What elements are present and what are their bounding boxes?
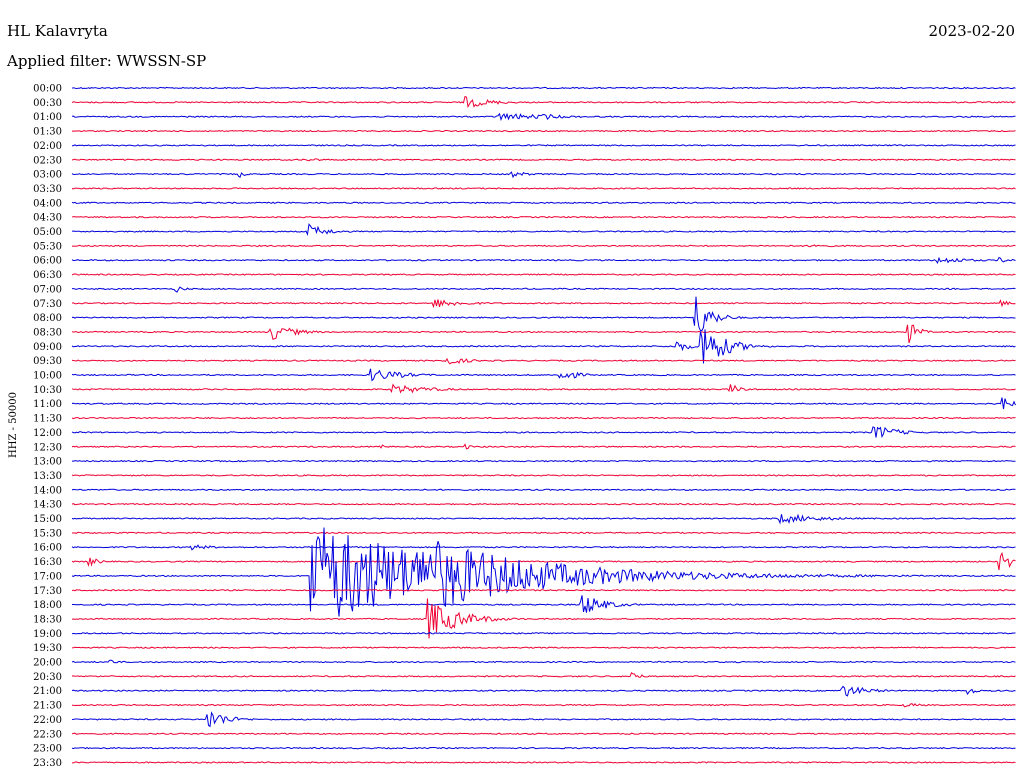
row-label-1900: 19:00 [33, 629, 62, 640]
row-label-1830: 18:30 [33, 614, 62, 625]
row-label-1600: 16:00 [33, 543, 62, 554]
row-label-0200: 02:00 [33, 141, 62, 152]
row-label-1530: 15:30 [33, 528, 62, 539]
row-label-1700: 17:00 [33, 571, 62, 582]
y-axis-label: HHZ - 50000 [8, 392, 19, 458]
row-label-0400: 04:00 [33, 198, 62, 209]
row-label-2330: 23:30 [33, 758, 62, 769]
filter-subtitle: Applied filter: WWSSN-SP [6, 52, 206, 70]
row-label-0830: 08:30 [33, 327, 62, 338]
row-label-1100: 11:00 [33, 399, 62, 410]
row-label-2200: 22:00 [33, 715, 62, 726]
row-label-0130: 01:30 [33, 127, 62, 138]
row-label-0800: 08:00 [33, 313, 62, 324]
row-label-1030: 10:30 [33, 385, 62, 396]
row-label-1800: 18:00 [33, 600, 62, 611]
row-label-1430: 14:30 [33, 500, 62, 511]
row-label-2130: 21:30 [33, 701, 62, 712]
row-label-1500: 15:00 [33, 514, 62, 525]
station-title: HL Kalavryta [7, 22, 108, 40]
row-label-0300: 03:00 [33, 170, 62, 181]
row-label-1300: 13:00 [33, 457, 62, 468]
row-label-0530: 05:30 [33, 241, 62, 252]
row-label-1930: 19:30 [33, 643, 62, 654]
row-label-1330: 13:30 [33, 471, 62, 482]
row-label-0930: 09:30 [33, 356, 62, 367]
row-label-2000: 20:00 [33, 658, 62, 669]
row-label-1630: 16:30 [33, 557, 62, 568]
row-label-1230: 12:30 [33, 442, 62, 453]
row-label-1130: 11:30 [33, 414, 62, 425]
row-label-1400: 14:00 [33, 485, 62, 496]
row-label-0330: 03:30 [33, 184, 62, 195]
row-label-1200: 12:00 [33, 428, 62, 439]
row-label-2030: 20:30 [33, 672, 62, 683]
row-label-2300: 23:00 [33, 744, 62, 755]
row-label-0600: 06:00 [33, 256, 62, 267]
row-label-0500: 05:00 [33, 227, 62, 238]
row-label-0230: 02:30 [33, 155, 62, 166]
row-label-0700: 07:00 [33, 284, 62, 295]
row-label-0000: 00:00 [33, 84, 62, 95]
row-label-0430: 04:30 [33, 213, 62, 224]
trace-row-2230 [71, 732, 1016, 735]
row-label-0100: 01:00 [33, 112, 62, 123]
row-label-0900: 09:00 [33, 342, 62, 353]
trace-row-1300 [71, 459, 1016, 463]
helicorder-chart: HL Kalavryta 2023-02-20 Applied filter: … [0, 0, 1024, 780]
row-label-0630: 06:30 [33, 270, 62, 281]
row-label-0730: 07:30 [33, 299, 62, 310]
row-label-1730: 17:30 [33, 586, 62, 597]
row-label-2100: 21:00 [33, 686, 62, 697]
row-label-0030: 00:30 [33, 98, 62, 109]
row-label-1000: 10:00 [33, 371, 62, 382]
date-title: 2023-02-20 [929, 22, 1015, 40]
row-label-2230: 22:30 [33, 729, 62, 740]
